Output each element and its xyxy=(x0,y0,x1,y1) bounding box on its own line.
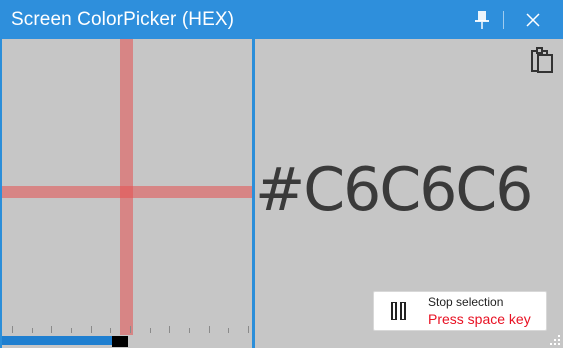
ruler-tick xyxy=(130,326,131,333)
ruler-tick xyxy=(71,328,72,333)
magnifier-progress xyxy=(2,335,252,348)
color-preview: #C6C6C6 Stop selection Press space key xyxy=(255,39,563,348)
ruler-tick xyxy=(31,328,33,333)
titlebar-separator xyxy=(503,11,504,29)
stop-selection-button[interactable]: Stop selection Press space key xyxy=(373,291,547,331)
title-bar: Screen ColorPicker (HEX) xyxy=(0,0,563,39)
ruler-tick xyxy=(248,326,249,333)
window-title: Screen ColorPicker (HEX) xyxy=(11,9,235,30)
ruler-tick xyxy=(169,326,171,333)
stop-selection-label: Stop selection xyxy=(428,295,504,309)
content-area: #C6C6C6 Stop selection Press space key xyxy=(0,39,563,348)
copy-button[interactable] xyxy=(528,45,556,75)
close-button[interactable] xyxy=(519,6,547,33)
ruler-tick xyxy=(110,328,112,333)
close-icon xyxy=(526,12,540,27)
ruler-tick xyxy=(90,326,92,333)
position-marker xyxy=(112,336,128,347)
ruler-tick xyxy=(189,328,190,333)
pin-icon xyxy=(475,10,489,29)
crosshair-horizontal xyxy=(2,186,252,198)
ruler-tick xyxy=(208,326,210,333)
ruler-tick xyxy=(51,326,53,333)
pause-icon xyxy=(391,302,406,320)
magnifier-ruler xyxy=(2,321,252,335)
ruler-tick xyxy=(149,328,151,333)
hex-value: #C6C6C6 xyxy=(255,155,533,225)
ruler-tick xyxy=(12,326,13,333)
stop-selection-hint: Press space key xyxy=(428,311,531,327)
magnifier-view[interactable] xyxy=(2,39,252,335)
resize-grip-icon[interactable] xyxy=(549,334,561,346)
clipboard-icon xyxy=(531,47,553,73)
ruler-tick xyxy=(228,328,230,333)
progress-fill xyxy=(2,336,112,345)
pin-button[interactable] xyxy=(470,6,494,33)
